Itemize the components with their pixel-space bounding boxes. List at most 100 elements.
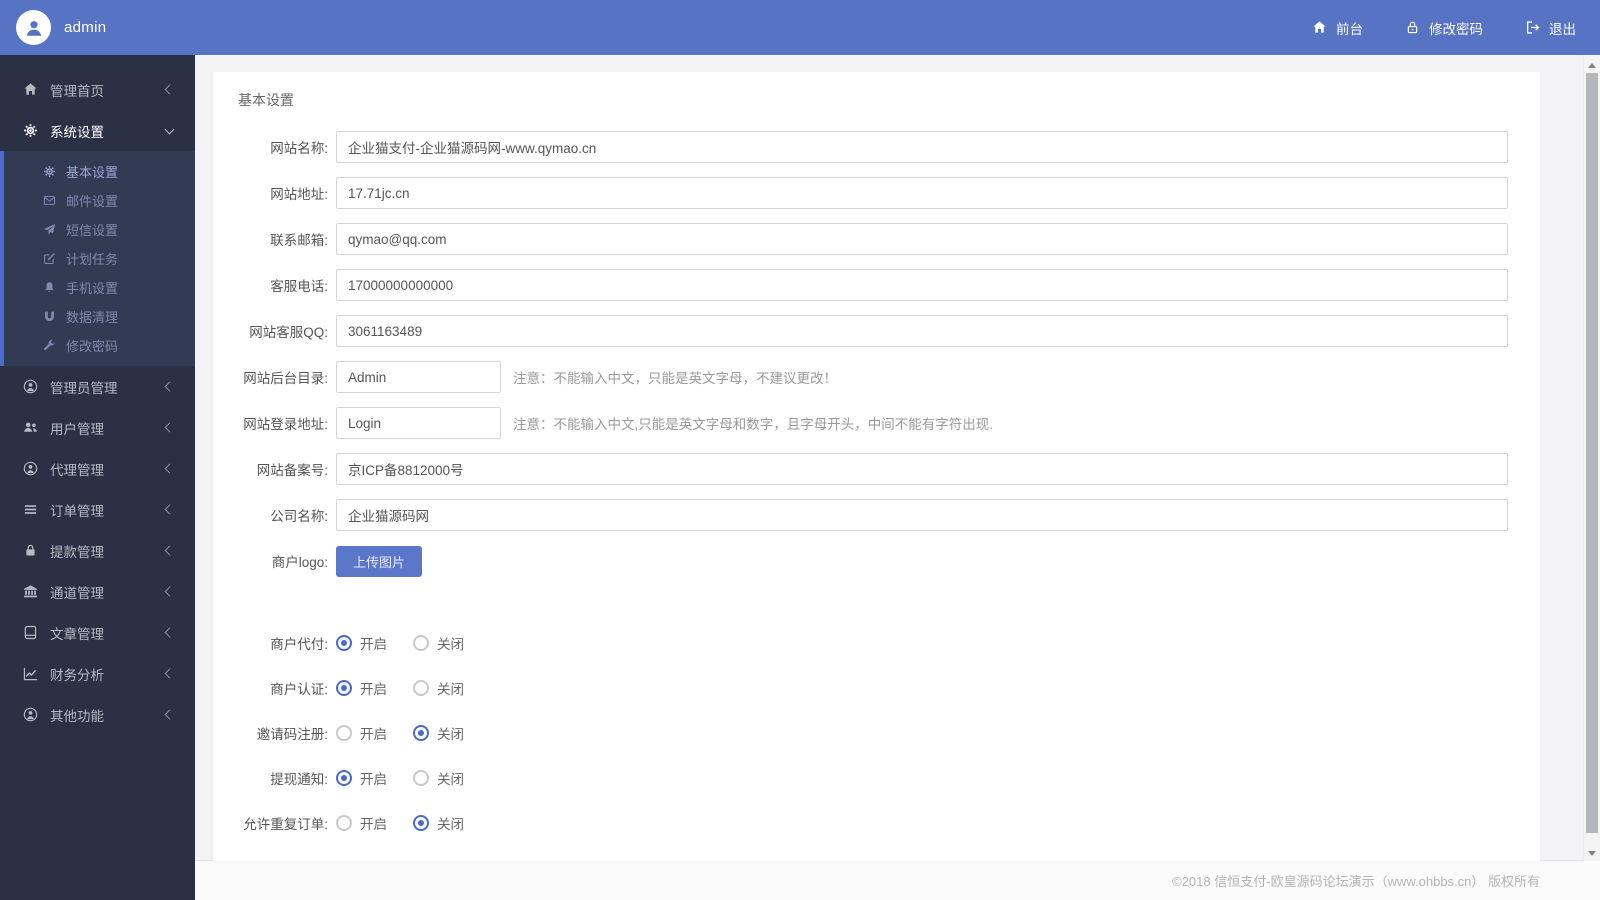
radio-option-2-1[interactable]: 关闭: [413, 723, 464, 743]
field-input-8[interactable]: [336, 499, 1508, 531]
radio-option-label: 开启: [360, 817, 387, 832]
topbar: admin 前台 修改密码 退出: [0, 0, 1600, 55]
field-input-7[interactable]: [336, 453, 1508, 485]
sidebar-item-1[interactable]: 系统设置: [0, 110, 195, 151]
sidebar-item-label: 管理员管理: [50, 380, 118, 396]
toggle-row: 允许重复订单: 开启 关闭: [238, 807, 1515, 839]
sidebar-item-3[interactable]: 用户管理: [0, 407, 195, 448]
sidebar-subitem-label: 基本设置: [66, 165, 119, 180]
topbar-link-2[interactable]: 退出: [1525, 18, 1576, 38]
radio-icon[interactable]: [336, 725, 352, 741]
radio-option-4-1[interactable]: 关闭: [413, 813, 464, 833]
radio-option-4-0[interactable]: 开启: [336, 813, 387, 833]
form-row: 网站备案号:: [238, 453, 1515, 485]
field-input-4[interactable]: [336, 315, 1508, 347]
field-input-6[interactable]: [336, 407, 501, 439]
sidebar-item-2[interactable]: 管理员管理: [0, 366, 195, 407]
toggle-row: 邀请码注册: 开启 关闭: [238, 717, 1515, 749]
sidebar-item-label: 财务分析: [50, 667, 104, 683]
radio-icon[interactable]: [336, 770, 352, 786]
form-row: 联系邮箱:: [238, 223, 1515, 255]
sidebar-subitem-1-0[interactable]: 基本设置: [4, 157, 195, 186]
field-label: 网站备案号:: [256, 463, 328, 478]
field-label: 网站客服QQ:: [249, 325, 328, 340]
scroll-up-arrow-icon[interactable]: [1584, 55, 1600, 72]
form-row: 客服电话:: [238, 269, 1515, 301]
sidebar-subitem-label: 修改密码: [66, 339, 119, 354]
settings-card: 基本设置 网站名称: 网站地址: 联系邮箱: 客服电话: 网站客服QQ: 网站后台目录: 注…: [213, 72, 1540, 861]
copyright-text: ©2018 信恒支付-欧皇源码论坛演示（www.ohbbs.cn） 版权所有: [1172, 874, 1540, 889]
book-icon: [22, 625, 38, 641]
field-input-3[interactable]: [336, 269, 1508, 301]
username: admin: [64, 19, 107, 36]
radio-icon[interactable]: [413, 680, 429, 696]
field-input-1[interactable]: [336, 177, 1508, 209]
field-input-5[interactable]: [336, 361, 501, 393]
sidebar: 管理首页 系统设置基本设置邮件设置 短信设置计划任务手机设置数据清理修改密码管理员管…: [0, 55, 195, 900]
scrollbar-thumb[interactable]: [1586, 73, 1598, 833]
sidebar-subitem-label: 手机设置: [66, 281, 119, 296]
radio-option-1-0[interactable]: 开启: [336, 678, 387, 698]
sidebar-subitem-1-3[interactable]: 计划任务: [4, 244, 195, 273]
radio-option-0-0[interactable]: 开启: [336, 633, 387, 653]
lock-icon: [22, 543, 38, 559]
radio-icon[interactable]: [336, 815, 352, 831]
chevron-left-icon: [164, 545, 175, 556]
sidebar-item-0[interactable]: 管理首页: [0, 69, 195, 110]
form-row: 商户logo: 上传图片: [238, 545, 1515, 577]
users-icon: [22, 420, 38, 436]
field-input-0[interactable]: [336, 131, 1508, 163]
chevron-left-icon: [164, 504, 175, 515]
sidebar-subitem-label: 计划任务: [66, 252, 119, 267]
user-icon: [22, 379, 38, 395]
sidebar-item-8[interactable]: 文章管理: [0, 612, 195, 653]
sidebar-item-10[interactable]: 其他功能: [0, 694, 195, 735]
radio-icon[interactable]: [413, 770, 429, 786]
topbar-link-1[interactable]: 修改密码: [1405, 18, 1483, 38]
radio-icon[interactable]: [413, 815, 429, 831]
radio-option-label: 开启: [360, 637, 387, 652]
vertical-scrollbar[interactable]: [1583, 55, 1600, 861]
edit-icon: [42, 252, 56, 266]
field-label: 网站地址:: [270, 187, 328, 202]
sidebar-item-6[interactable]: 提款管理: [0, 530, 195, 571]
form-row: 网站地址:: [238, 177, 1515, 209]
field-label: 联系邮箱:: [270, 233, 328, 248]
radio-option-3-0[interactable]: 开启: [336, 768, 387, 788]
settings-form: 网站名称: 网站地址: 联系邮箱: 客服电话: 网站客服QQ: 网站后台目录: 注意：不能输…: [238, 131, 1515, 839]
field-input-2[interactable]: [336, 223, 1508, 255]
radio-option-2-0[interactable]: 开启: [336, 723, 387, 743]
radio-option-1-1[interactable]: 关闭: [413, 678, 464, 698]
sidebar-item-5[interactable]: 订单管理: [0, 489, 195, 530]
topbar-link-0[interactable]: 前台: [1312, 18, 1363, 38]
sidebar-item-7[interactable]: 通道管理: [0, 571, 195, 612]
sidebar-item-4[interactable]: 代理管理: [0, 448, 195, 489]
scroll-down-arrow-icon[interactable]: [1584, 844, 1600, 861]
radio-option-3-1[interactable]: 关闭: [413, 768, 464, 788]
person-icon: [23, 17, 45, 39]
radio-icon[interactable]: [413, 635, 429, 651]
chevron-left-icon: [164, 627, 175, 638]
radio-option-label: 关闭: [437, 817, 464, 832]
sidebar-subitem-1-4[interactable]: 手机设置: [4, 273, 195, 302]
form-row: 网站登录地址: 注意：不能输入中文,只能是英文字母和数字，且字母开头，中间不能有字…: [238, 407, 1515, 439]
radio-option-label: 开启: [360, 772, 387, 787]
topbar-link-label: 前台: [1336, 21, 1363, 37]
radio-option-0-1[interactable]: 关闭: [413, 633, 464, 653]
user-icon: [22, 461, 38, 477]
sidebar-subitem-1-2[interactable]: 短信设置: [4, 215, 195, 244]
radio-icon[interactable]: [413, 725, 429, 741]
radio-icon[interactable]: [336, 635, 352, 651]
sign-out-icon: [1525, 20, 1540, 35]
upload-image-button[interactable]: 上传图片: [336, 545, 423, 577]
sidebar-subitem-1-5[interactable]: 数据清理: [4, 302, 195, 331]
field-label: 商户logo:: [271, 555, 328, 570]
radio-icon[interactable]: [336, 680, 352, 696]
sidebar-subitem-1-6[interactable]: 修改密码: [4, 331, 195, 360]
sidebar-item-label: 提款管理: [50, 544, 104, 560]
avatar[interactable]: [16, 10, 51, 45]
field-label: 网站登录地址:: [243, 417, 328, 432]
sidebar-subitem-label: 数据清理: [66, 310, 119, 325]
sidebar-subitem-1-1[interactable]: 邮件设置: [4, 186, 195, 215]
sidebar-item-9[interactable]: 财务分析: [0, 653, 195, 694]
